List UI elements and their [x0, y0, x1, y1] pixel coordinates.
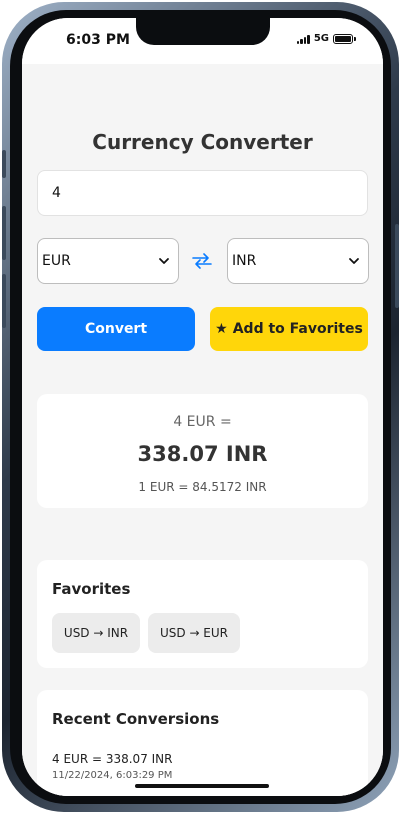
power-button: [395, 224, 399, 308]
recent-conversion-time: 11/22/2024, 6:03:29 PM: [52, 770, 173, 781]
status-bar: 6:03 PM 5G: [22, 18, 383, 64]
recent-conversion-text: 4 EUR = 338.07 INR: [52, 752, 173, 766]
recent-conversions-card: Recent Conversions 4 EUR = 338.07 INR 11…: [37, 690, 368, 796]
chevron-down-icon: [159, 258, 169, 264]
status-indicators: 5G: [296, 33, 356, 44]
convert-button-label: Convert: [84, 321, 148, 337]
favorites-card: Favorites USD → INR USD → EUR: [37, 560, 368, 668]
result-value: 338.07 INR: [137, 442, 268, 466]
network-type: 5G: [313, 33, 329, 44]
recent-conversions-title: Recent Conversions: [52, 710, 220, 728]
page-title: Currency Converter: [92, 130, 313, 154]
mute-switch: [2, 150, 6, 178]
list-item: 4 EUR = 338.07 INR 11/22/2024, 6:03:29 P…: [52, 752, 173, 781]
convert-button[interactable]: Convert: [37, 307, 195, 351]
from-currency-value: EUR: [42, 253, 71, 269]
signal-icon: [296, 34, 310, 44]
to-currency-value: INR: [232, 253, 257, 269]
favorites-title: Favorites: [52, 580, 131, 598]
screen: 6:03 PM 5G Currency Converter EUR INR: [22, 18, 383, 796]
exchange-rate: 1 EUR = 84.5172 INR: [138, 480, 267, 494]
home-indicator: [135, 784, 269, 788]
app-container: Currency Converter EUR INR Convert ★: [22, 64, 383, 796]
swap-arrows-icon[interactable]: [189, 248, 215, 274]
from-currency-select[interactable]: EUR: [37, 238, 179, 284]
volume-down-button: [2, 274, 6, 328]
favorite-chip[interactable]: USD → EUR: [148, 613, 240, 653]
favorite-chip[interactable]: USD → INR: [52, 613, 140, 653]
to-currency-select[interactable]: INR: [227, 238, 369, 284]
add-to-favorites-label: Add to Favorites: [232, 321, 363, 337]
amount-input[interactable]: [37, 170, 368, 216]
star-icon: ★: [215, 321, 228, 337]
add-to-favorites-button[interactable]: ★ Add to Favorites: [210, 307, 368, 351]
result-card: 4 EUR = 338.07 INR 1 EUR = 84.5172 INR: [37, 394, 368, 508]
battery-icon: [333, 33, 356, 44]
notch: [136, 18, 270, 45]
status-time: 6:03 PM: [66, 32, 130, 48]
result-from-text: 4 EUR =: [173, 414, 232, 430]
volume-up-button: [2, 206, 6, 260]
chevron-down-icon: [349, 258, 359, 264]
